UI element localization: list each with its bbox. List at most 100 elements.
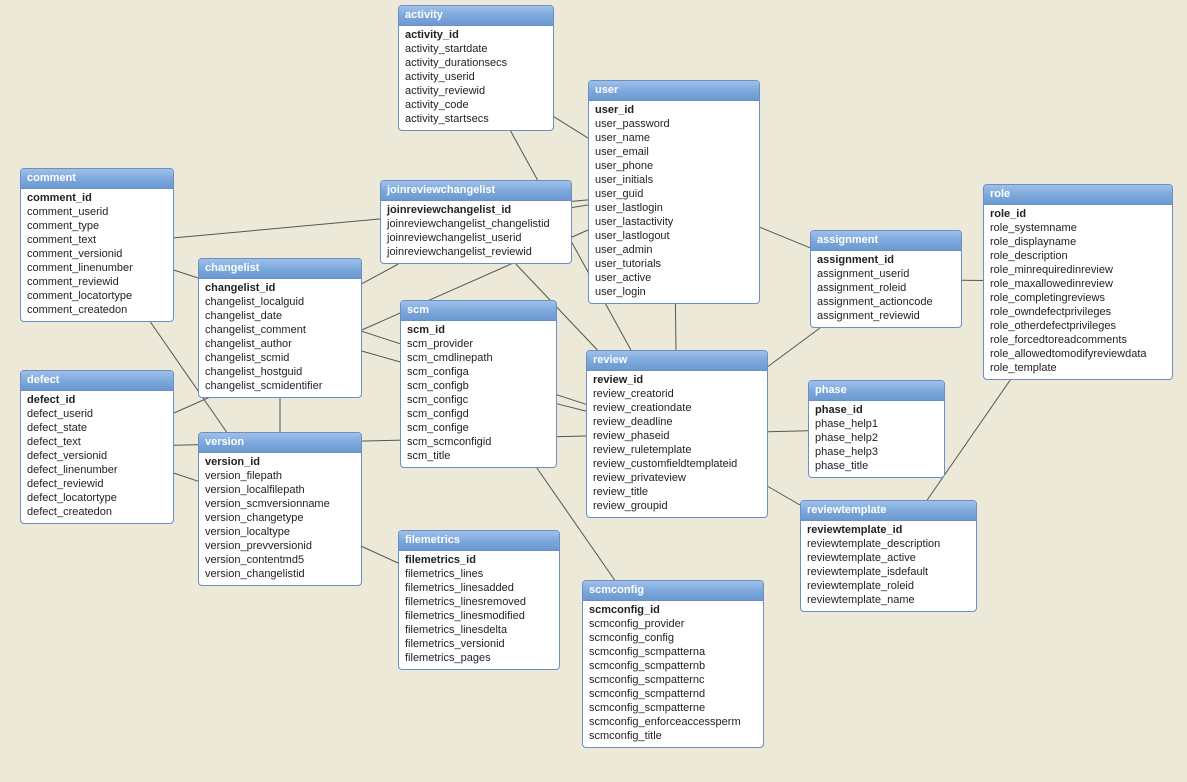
- field: review_deadline: [593, 415, 761, 429]
- entity-phase[interactable]: phasephase_idphase_help1phase_help2phase…: [808, 380, 945, 478]
- field: reviewtemplate_active: [807, 551, 970, 565]
- field: activity_id: [405, 28, 547, 42]
- field: scm_configb: [407, 379, 550, 393]
- entity-reviewtemplate[interactable]: reviewtemplatereviewtemplate_idreviewtem…: [800, 500, 977, 612]
- connector-line: [362, 547, 398, 564]
- field: assignment_id: [817, 253, 955, 267]
- connector-line: [554, 117, 588, 138]
- field: user_tutorials: [595, 257, 753, 271]
- field: role_minrequiredinreview: [990, 263, 1166, 277]
- entity-title: filemetrics: [399, 531, 559, 551]
- field: defect_createdon: [27, 505, 167, 519]
- entity-role[interactable]: rolerole_idrole_systemnamerole_displayna…: [983, 184, 1173, 380]
- field: user_lastlogin: [595, 201, 753, 215]
- entity-activity[interactable]: activityactivity_idactivity_startdateact…: [398, 5, 554, 131]
- entity-fields: activity_idactivity_startdateactivity_du…: [399, 26, 553, 130]
- entity-fields: changelist_idchangelist_localguidchangel…: [199, 279, 361, 397]
- field: user_guid: [595, 187, 753, 201]
- entity-comment[interactable]: commentcomment_idcomment_useridcomment_t…: [20, 168, 174, 322]
- field: role_owndefectprivileges: [990, 305, 1166, 319]
- field: scmconfig_title: [589, 729, 757, 743]
- field: review_ruletemplate: [593, 443, 761, 457]
- connector-line: [768, 431, 808, 432]
- entity-fields: user_iduser_passworduser_nameuser_emailu…: [589, 101, 759, 303]
- field: user_login: [595, 285, 753, 299]
- field: role_id: [990, 207, 1166, 221]
- field: user_lastlogout: [595, 229, 753, 243]
- field: version_localtype: [205, 525, 355, 539]
- field: reviewtemplate_id: [807, 523, 970, 537]
- entity-title: assignment: [811, 231, 961, 251]
- field: phase_title: [815, 459, 938, 473]
- field: defect_linenumber: [27, 463, 167, 477]
- field: review_phaseid: [593, 429, 761, 443]
- entity-joinreviewchangelist[interactable]: joinreviewchangelistjoinreviewchangelist…: [380, 180, 572, 264]
- field: version_localfilepath: [205, 483, 355, 497]
- field: version_changetype: [205, 511, 355, 525]
- field: changelist_comment: [205, 323, 355, 337]
- entity-defect[interactable]: defectdefect_iddefect_useriddefect_state…: [20, 370, 174, 524]
- field: comment_type: [27, 219, 167, 233]
- connector-line: [557, 404, 586, 411]
- field: joinreviewchangelist_userid: [387, 231, 565, 245]
- field: scmconfig_scmpatterna: [589, 645, 757, 659]
- field: activity_durationsecs: [405, 56, 547, 70]
- entity-filemetrics[interactable]: filemetricsfilemetrics_idfilemetrics_lin…: [398, 530, 560, 670]
- field: filemetrics_versionid: [405, 637, 553, 651]
- connector-line: [572, 205, 588, 208]
- field: phase_help1: [815, 417, 938, 431]
- field: review_creatorid: [593, 387, 761, 401]
- entity-title: changelist: [199, 259, 361, 279]
- field: scm_provider: [407, 337, 550, 351]
- field: comment_locatortype: [27, 289, 167, 303]
- field: filemetrics_pages: [405, 651, 553, 665]
- field: scm_configa: [407, 365, 550, 379]
- entity-assignment[interactable]: assignmentassignment_idassignment_userid…: [810, 230, 962, 328]
- field: defect_text: [27, 435, 167, 449]
- entity-title: defect: [21, 371, 173, 391]
- field: comment_id: [27, 191, 167, 205]
- field: activity_reviewid: [405, 84, 547, 98]
- field: filemetrics_linesmodified: [405, 609, 553, 623]
- field: review_customfieldtemplateid: [593, 457, 761, 471]
- connector-line: [768, 328, 820, 367]
- entity-version[interactable]: versionversion_idversion_filepathversion…: [198, 432, 362, 586]
- field: scm_confige: [407, 421, 550, 435]
- entity-user[interactable]: useruser_iduser_passworduser_nameuser_em…: [588, 80, 760, 304]
- entity-fields: version_idversion_filepathversion_localf…: [199, 453, 361, 585]
- entity-review[interactable]: reviewreview_idreview_creatoridreview_cr…: [586, 350, 768, 518]
- field: reviewtemplate_description: [807, 537, 970, 551]
- entity-fields: comment_idcomment_useridcomment_typecomm…: [21, 189, 173, 321]
- field: comment_createdon: [27, 303, 167, 317]
- entity-title: scmconfig: [583, 581, 763, 601]
- connector-line: [174, 473, 198, 481]
- field: user_phone: [595, 159, 753, 173]
- field: phase_help2: [815, 431, 938, 445]
- field: defect_reviewid: [27, 477, 167, 491]
- field: assignment_userid: [817, 267, 955, 281]
- field: role_description: [990, 249, 1166, 263]
- entity-scmconfig[interactable]: scmconfigscmconfig_idscmconfig_providers…: [582, 580, 764, 748]
- field: review_id: [593, 373, 761, 387]
- field: scm_title: [407, 449, 550, 463]
- field: phase_id: [815, 403, 938, 417]
- field: filemetrics_linesremoved: [405, 595, 553, 609]
- field: filemetrics_linesdelta: [405, 623, 553, 637]
- field: defect_id: [27, 393, 167, 407]
- field: defect_state: [27, 421, 167, 435]
- entity-changelist[interactable]: changelistchangelist_idchangelist_localg…: [198, 258, 362, 398]
- field: user_email: [595, 145, 753, 159]
- entity-scm[interactable]: scmscm_idscm_providerscm_cmdlinepathscm_…: [400, 300, 557, 468]
- field: user_lastactivity: [595, 215, 753, 229]
- field: role_maxallowedinreview: [990, 277, 1166, 291]
- connector-line: [362, 351, 400, 362]
- field: review_groupid: [593, 499, 761, 513]
- entity-fields: joinreviewchangelist_idjoinreviewchangel…: [381, 201, 571, 263]
- field: scm_scmconfigid: [407, 435, 550, 449]
- entity-fields: assignment_idassignment_useridassignment…: [811, 251, 961, 327]
- entity-fields: defect_iddefect_useriddefect_statedefect…: [21, 391, 173, 523]
- field: version_filepath: [205, 469, 355, 483]
- field: scmconfig_scmpatternb: [589, 659, 757, 673]
- field: filemetrics_linesadded: [405, 581, 553, 595]
- field: user_id: [595, 103, 753, 117]
